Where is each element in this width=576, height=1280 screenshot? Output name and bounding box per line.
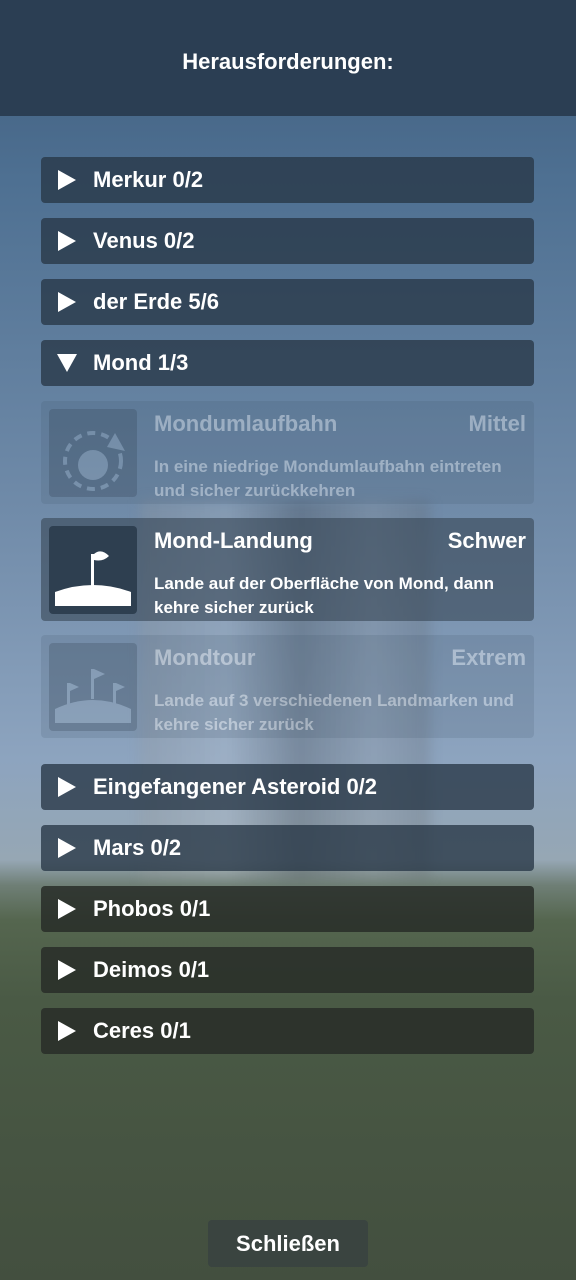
challenge-difficulty: Mittel xyxy=(468,411,526,436)
challenge-difficulty: Extrem xyxy=(451,645,526,670)
expand-arrow-icon xyxy=(41,838,93,858)
challenge-description: Lande auf der Oberfläche von Mond, dann … xyxy=(154,574,495,617)
expand-arrow-icon xyxy=(41,899,93,919)
category-asteroid[interactable]: Eingefangener Asteroid 0/2 xyxy=(41,764,534,810)
category-deimos[interactable]: Deimos 0/1 xyxy=(41,947,534,993)
challenge-mond-landung[interactable]: Mond-Landung Schwer Lande auf der Oberfl… xyxy=(41,518,534,621)
page-title: Herausforderungen: xyxy=(182,49,394,74)
three-flags-icon xyxy=(49,643,137,731)
close-button[interactable]: Schließen xyxy=(208,1220,368,1267)
category-erde[interactable]: der Erde 5/6 xyxy=(41,279,534,325)
challenge-mondumlaufbahn[interactable]: Mondumlaufbahn Mittel In eine niedrige M… xyxy=(41,401,534,504)
category-mond[interactable]: Mond 1/3 xyxy=(41,340,534,386)
category-venus[interactable]: Venus 0/2 xyxy=(41,218,534,264)
category-label: Mars 0/2 xyxy=(93,835,182,860)
category-label: Merkur 0/2 xyxy=(93,167,204,192)
lunar-orbit-icon xyxy=(49,409,137,497)
challenge-mondtour[interactable]: Mondtour Extrem Lande auf 3 verschiedene… xyxy=(41,635,534,738)
expand-arrow-icon xyxy=(41,960,93,980)
category-label: Deimos 0/1 xyxy=(93,957,210,982)
collapse-arrow-icon xyxy=(41,354,93,372)
category-ceres[interactable]: Ceres 0/1 xyxy=(41,1008,534,1054)
category-label: Venus 0/2 xyxy=(93,228,195,253)
challenge-description: In eine niedrige Mondumlaufbahn eintrete… xyxy=(154,457,502,500)
category-label: Ceres 0/1 xyxy=(93,1018,191,1043)
close-button-label: Schließen xyxy=(236,1230,340,1256)
expand-arrow-icon xyxy=(41,1021,93,1041)
challenge-difficulty: Schwer xyxy=(447,528,526,553)
category-merkur[interactable]: Merkur 0/2 xyxy=(41,157,534,203)
page-header: Herausforderungen: xyxy=(0,0,576,116)
category-phobos[interactable]: Phobos 0/1 xyxy=(41,886,534,932)
challenge-list: Merkur 0/2 Venus 0/2 der Erde 5/6 Mond 1… xyxy=(41,157,534,1069)
category-label: der Erde 5/6 xyxy=(93,289,219,314)
category-label: Mond 1/3 xyxy=(93,350,189,375)
expand-arrow-icon xyxy=(41,292,93,312)
expand-arrow-icon xyxy=(41,231,93,251)
challenge-name: Mondtour xyxy=(154,645,256,670)
challenge-name: Mond-Landung xyxy=(154,528,313,553)
category-label: Phobos 0/1 xyxy=(93,896,211,921)
challenge-name: Mondumlaufbahn xyxy=(154,411,338,436)
flag-landing-icon xyxy=(49,526,137,614)
challenge-description: Lande auf 3 verschiedenen Landmarken und… xyxy=(154,691,514,734)
category-label: Eingefangener Asteroid 0/2 xyxy=(93,774,378,799)
expand-arrow-icon xyxy=(41,777,93,797)
expand-arrow-icon xyxy=(41,170,93,190)
category-mars[interactable]: Mars 0/2 xyxy=(41,825,534,871)
